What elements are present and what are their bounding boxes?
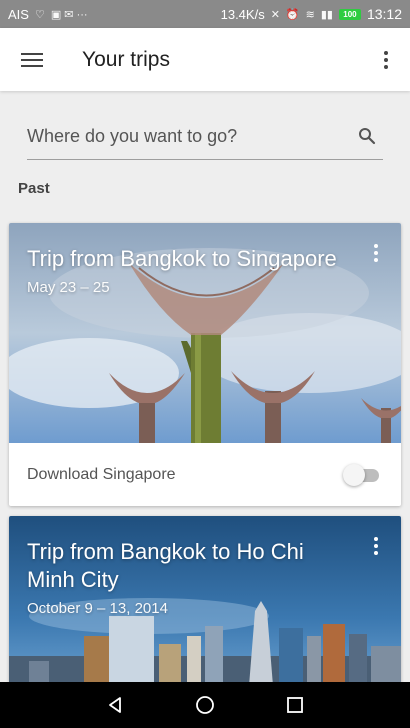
more-vert-icon [374, 244, 378, 248]
trip-more-button[interactable] [365, 534, 387, 558]
alarm-icon: ⏰ [285, 8, 300, 21]
status-right: 13.4K/s ✕ ⏰ ≋ ▮▮ 100 13:12 [221, 6, 402, 22]
trip-title: Trip from Bangkok to Singapore [27, 246, 337, 271]
download-toggle[interactable] [343, 463, 381, 486]
trip-more-button[interactable] [365, 241, 387, 265]
trip-dates: October 9 – 13, 2014 [27, 600, 168, 617]
battery-icon: 100 [338, 8, 361, 20]
back-triangle-icon [109, 697, 121, 713]
search-icon[interactable] [351, 120, 383, 152]
trip-card-text: Trip from Bangkok to Singapore May 23 – … [27, 245, 351, 296]
more-vert-icon [384, 50, 388, 55]
download-label: Download Singapore [27, 465, 176, 483]
trip-image-ho-chi-minh[interactable]: Trip from Bangkok to Ho Chi Minh City Oc… [9, 516, 401, 686]
hamburger-menu-icon [21, 52, 43, 68]
section-label-past: Past [18, 180, 50, 197]
network-speed: 13.4K/s [220, 6, 265, 22]
trip-card[interactable]: Trip from Bangkok to Ho Chi Minh City Oc… [9, 516, 401, 686]
status-left: AIS ♡ ▣ ✉ ··· [8, 7, 88, 22]
trip-card-text: Trip from Bangkok to Ho Chi Minh City Oc… [27, 538, 351, 617]
menu-button[interactable] [0, 28, 64, 91]
trip-dates: May 23 – 25 [27, 279, 110, 296]
wifi-icon: ≋ [305, 8, 315, 21]
system-nav-bar [0, 682, 410, 728]
trip-card[interactable]: Trip from Bangkok to Singapore May 23 – … [9, 223, 401, 506]
app-bar: Your trips [0, 28, 410, 91]
trip-title: Trip from Bangkok to Ho Chi Minh City [27, 539, 304, 592]
search-input[interactable] [27, 116, 351, 156]
notification-icons: ▣ ✉ ··· [50, 8, 88, 21]
nav-back-button[interactable] [95, 685, 135, 725]
overflow-menu-button[interactable] [362, 28, 410, 91]
toggle-thumb [343, 463, 365, 486]
signal-icon: ▮▮ [320, 8, 333, 21]
status-bar: AIS ♡ ▣ ✉ ··· 13.4K/s ✕ ⏰ ≋ ▮▮ 100 13:12 [0, 0, 410, 28]
clock: 13:12 [366, 6, 402, 22]
nav-home-button[interactable] [185, 685, 225, 725]
carrier-label: AIS [8, 6, 29, 22]
search-bar [27, 113, 383, 160]
heart-icon: ♡ [34, 8, 45, 21]
trip-image-singapore[interactable]: Trip from Bangkok to Singapore May 23 – … [9, 223, 401, 443]
mute-icon: ✕ [270, 8, 280, 21]
page-title: Your trips [82, 47, 170, 71]
home-circle-icon [196, 696, 214, 714]
nav-recents-button[interactable] [275, 685, 315, 725]
recents-square-icon [287, 697, 303, 713]
more-vert-icon [374, 537, 378, 541]
trip-card-footer: Download Singapore [9, 443, 401, 506]
